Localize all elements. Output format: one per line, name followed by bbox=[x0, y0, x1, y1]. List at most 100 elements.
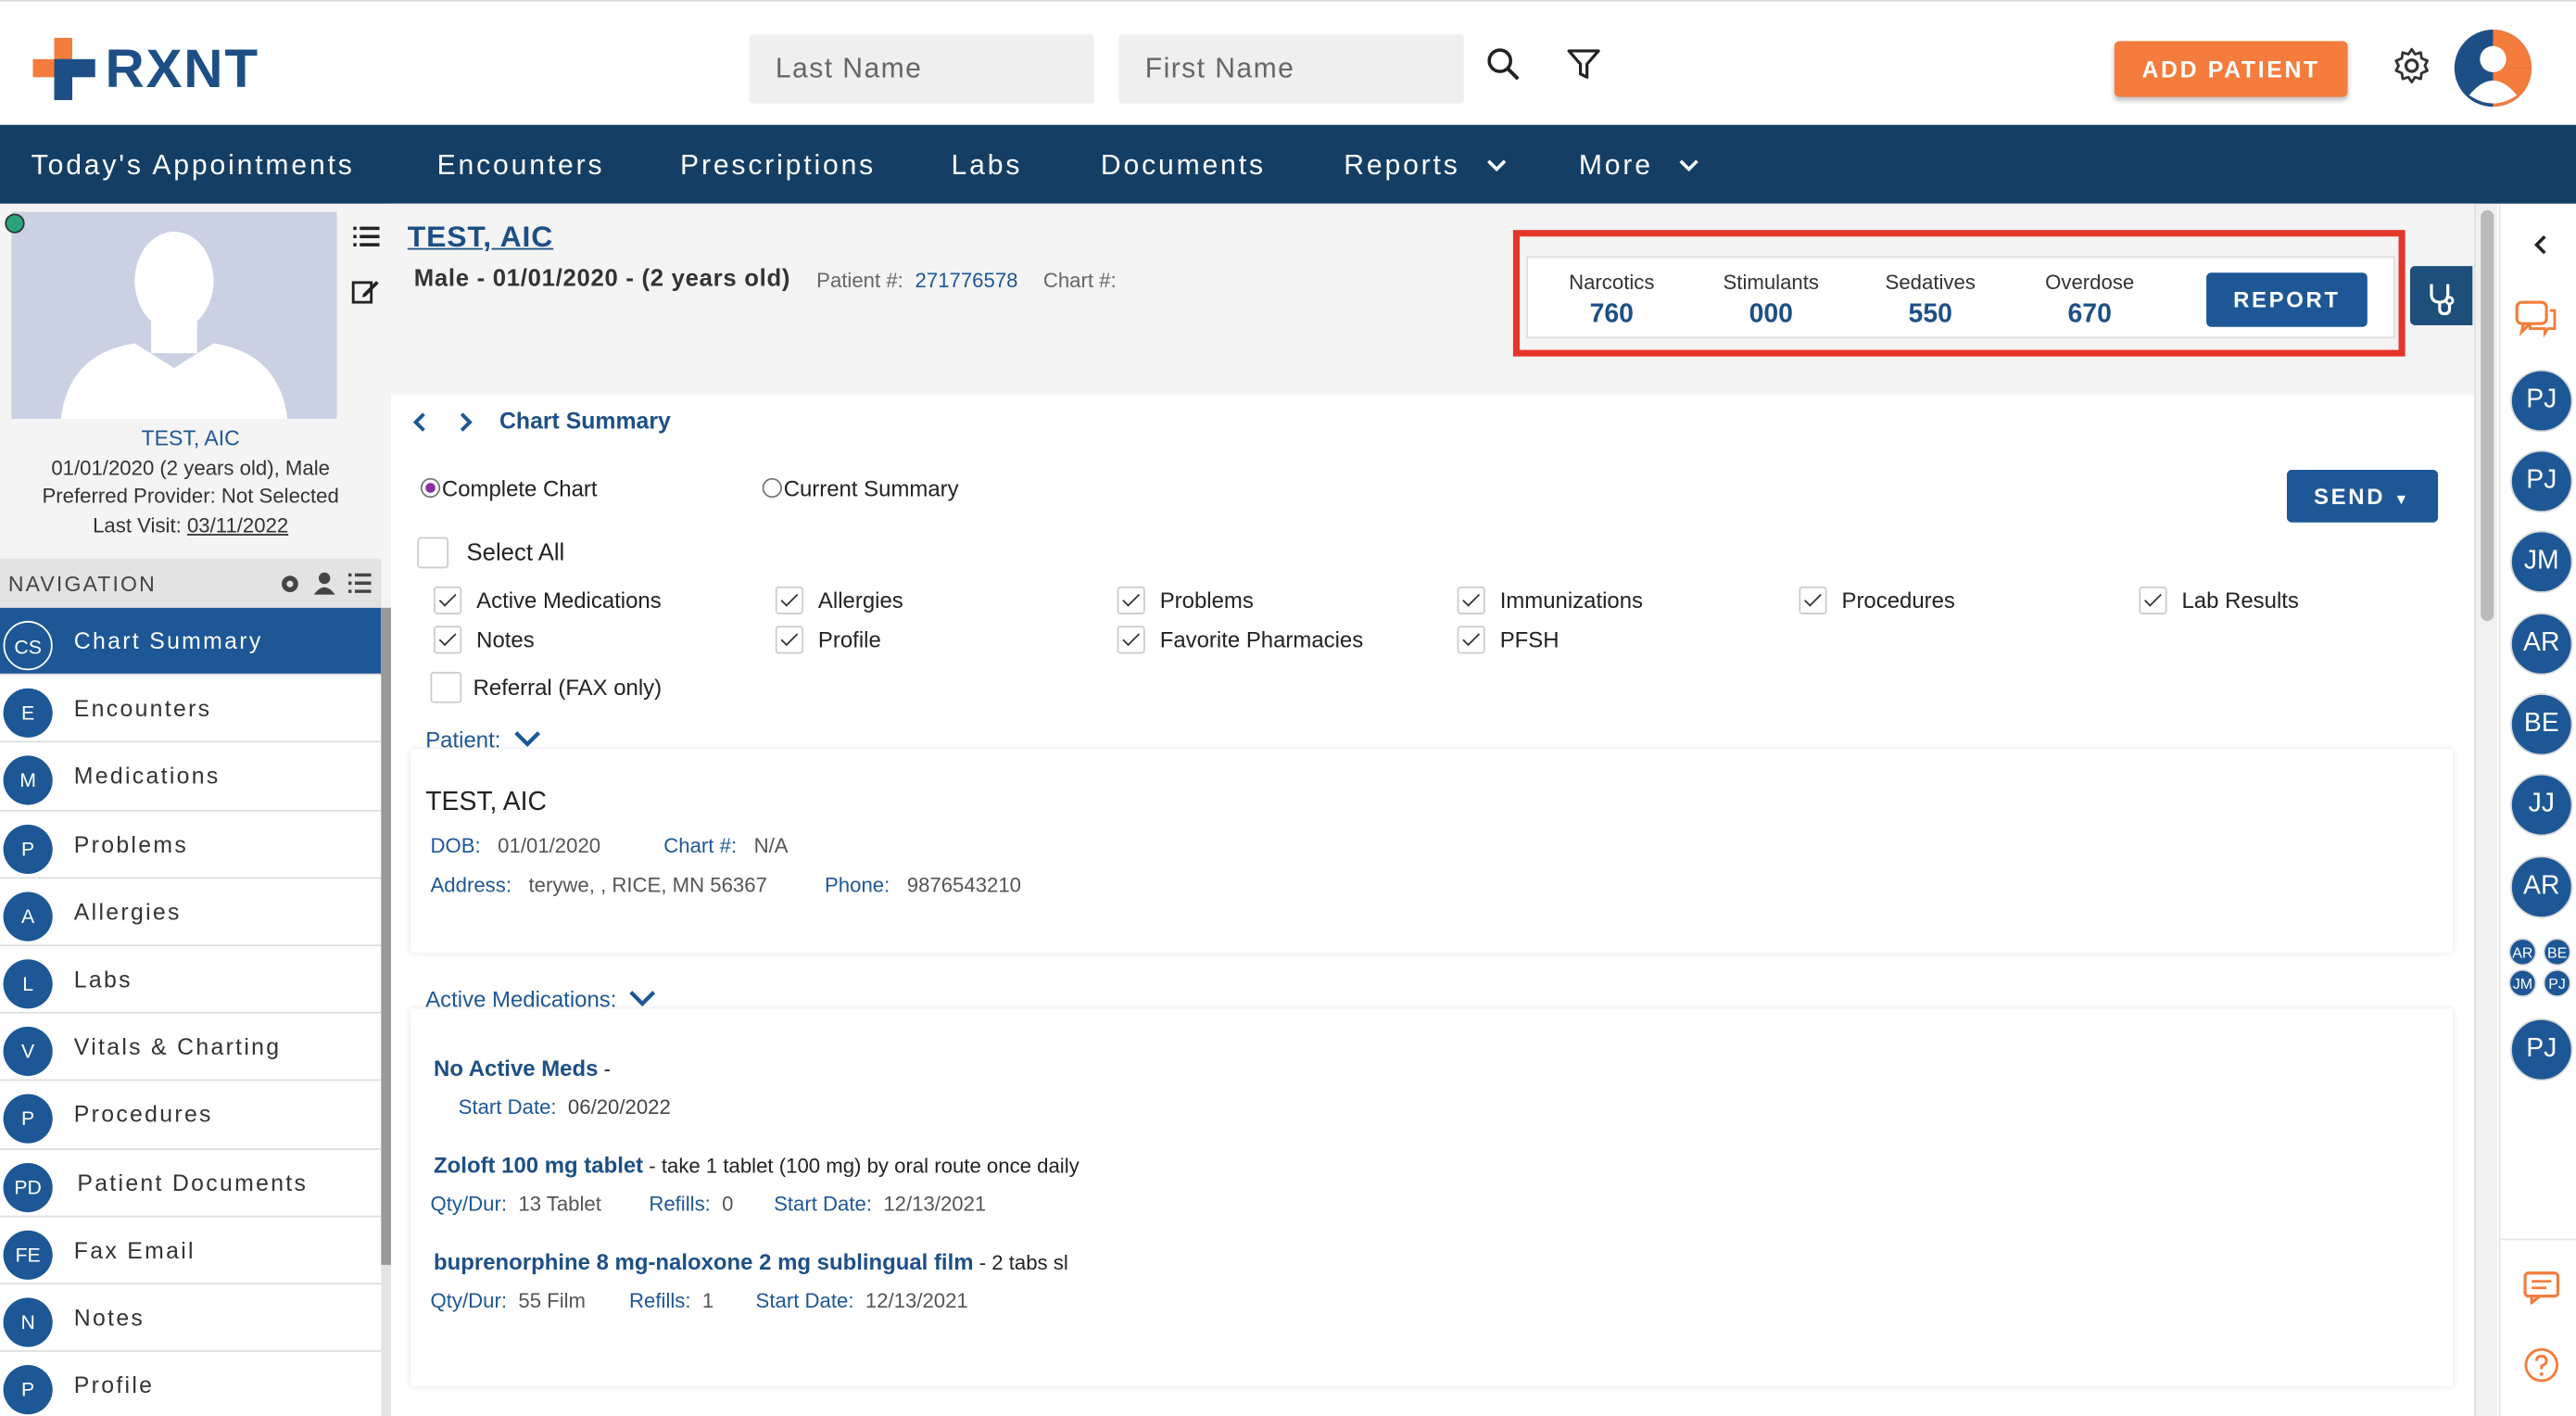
select-all-checkbox[interactable]: Select All bbox=[417, 537, 564, 569]
checkbox-allergies[interactable]: Allergies bbox=[775, 586, 903, 614]
checkbox-box[interactable] bbox=[434, 626, 462, 654]
checkbox-box[interactable] bbox=[1457, 586, 1485, 614]
sidebar-badge: V bbox=[3, 1027, 53, 1077]
sidebar-item-problems[interactable]: P Problems bbox=[0, 810, 382, 879]
send-dropdown-button[interactable]: SEND ▼ bbox=[2286, 469, 2439, 523]
checkbox-profile[interactable]: Profile bbox=[775, 626, 881, 654]
nav-todays-appointments[interactable]: Today's Appointments bbox=[32, 149, 355, 182]
collab-mini-avatar[interactable]: PJ bbox=[2543, 968, 2571, 997]
radio-button[interactable] bbox=[762, 477, 782, 499]
address-value: terywe, , RICE, MN 56367 bbox=[528, 874, 767, 897]
checkbox-active-medications[interactable]: Active Medications bbox=[434, 586, 662, 614]
checkbox-box[interactable] bbox=[430, 672, 462, 703]
add-patient-button[interactable]: ADD PATIENT bbox=[2114, 41, 2348, 97]
sidebar-item-notes[interactable]: N Notes bbox=[0, 1283, 382, 1352]
nav-prescriptions[interactable]: Prescriptions bbox=[680, 149, 876, 182]
patient-card-name[interactable]: TEST, AIC bbox=[0, 425, 381, 450]
checkbox-box[interactable] bbox=[1117, 626, 1145, 654]
collab-avatar[interactable]: JJ bbox=[2510, 773, 2573, 837]
sidebar-item-encounters[interactable]: E Encounters bbox=[0, 675, 382, 743]
checkbox-box[interactable] bbox=[775, 586, 803, 614]
collapse-chevron-icon[interactable] bbox=[2532, 234, 2548, 257]
metric-value: 760 bbox=[1589, 300, 1634, 329]
forward-chevron-icon[interactable] bbox=[459, 411, 475, 434]
collab-avatar[interactable]: PJ bbox=[2510, 369, 2573, 433]
checkbox-box[interactable] bbox=[434, 586, 462, 614]
last-visit-date[interactable]: 03/11/2022 bbox=[187, 514, 288, 537]
nav-documents[interactable]: Documents bbox=[1101, 149, 1266, 182]
nav-list-icon[interactable] bbox=[347, 573, 372, 593]
sidebar-scrollbar[interactable] bbox=[381, 607, 391, 1416]
patient-photo[interactable] bbox=[11, 211, 337, 420]
collab-mini-avatar[interactable]: AR bbox=[2508, 938, 2537, 967]
sidebar-item-vitals-charting[interactable]: V Vitals & Charting bbox=[0, 1013, 382, 1081]
list-icon[interactable] bbox=[353, 225, 380, 248]
main-scrollbar[interactable] bbox=[2474, 203, 2497, 1416]
nav-person-icon[interactable] bbox=[313, 572, 335, 595]
checkbox-box[interactable] bbox=[2139, 586, 2167, 614]
help-question-icon[interactable] bbox=[2523, 1347, 2559, 1384]
checkbox-label: Problems bbox=[1159, 588, 1254, 613]
main-scrollbar-thumb[interactable] bbox=[2481, 209, 2494, 622]
checkbox-box[interactable] bbox=[1117, 586, 1145, 614]
first-name-search-input[interactable] bbox=[1118, 34, 1464, 104]
checkbox-referral-fax[interactable]: Referral (FAX only) bbox=[430, 672, 662, 703]
edit-icon[interactable] bbox=[351, 278, 379, 304]
collab-mini-avatar[interactable]: BE bbox=[2543, 938, 2571, 967]
nav-more[interactable]: More bbox=[1579, 149, 1699, 182]
checkbox-box[interactable] bbox=[1457, 626, 1485, 654]
checkbox-immunizations[interactable]: Immunizations bbox=[1457, 586, 1643, 614]
collab-avatar[interactable]: AR bbox=[2510, 855, 2573, 918]
checkbox-procedures[interactable]: Procedures bbox=[1799, 586, 1955, 614]
search-icon[interactable] bbox=[1484, 44, 1523, 84]
sidebar-item-medications[interactable]: M Medications bbox=[0, 742, 382, 811]
settings-gear-icon[interactable] bbox=[2392, 46, 2431, 86]
checkbox-box[interactable] bbox=[417, 537, 449, 569]
patient-section-name: TEST, AIC bbox=[425, 788, 548, 816]
nav-settings-gear-icon[interactable] bbox=[279, 574, 300, 595]
chat-bubbles-icon[interactable] bbox=[2515, 299, 2557, 339]
sidebar-item-allergies[interactable]: A Allergies bbox=[0, 878, 382, 946]
stethoscope-button[interactable] bbox=[2409, 266, 2473, 325]
nav-reports[interactable]: Reports bbox=[1344, 149, 1507, 182]
sidebar-item-patient-documents[interactable]: PD Patient Documents bbox=[0, 1148, 382, 1217]
message-icon[interactable] bbox=[2523, 1271, 2560, 1305]
checkbox-pfsh[interactable]: PFSH bbox=[1457, 626, 1559, 654]
checkbox-problems[interactable]: Problems bbox=[1117, 586, 1254, 614]
collab-avatar[interactable]: AR bbox=[2510, 613, 2573, 676]
rxnt-logo[interactable]: RXNT bbox=[32, 37, 259, 101]
checkbox-box[interactable] bbox=[775, 626, 803, 654]
user-avatar[interactable] bbox=[2454, 29, 2532, 107]
nav-labs[interactable]: Labs bbox=[952, 149, 1023, 182]
collab-avatar[interactable]: JM bbox=[2510, 530, 2573, 593]
sidebar-item-labs[interactable]: L Labs bbox=[0, 945, 382, 1014]
patient-name-link[interactable]: TEST, AIC bbox=[408, 221, 554, 255]
filter-icon[interactable] bbox=[1564, 44, 1604, 84]
refills-label: Refills: bbox=[629, 1289, 691, 1313]
last-name-search-input[interactable] bbox=[749, 34, 1094, 104]
radio-complete-chart[interactable]: Complete Chart bbox=[420, 476, 598, 501]
checkbox-notes[interactable]: Notes bbox=[434, 626, 535, 654]
checkbox-box[interactable] bbox=[1799, 586, 1827, 614]
checkbox-favorite-pharmacies[interactable]: Favorite Pharmacies bbox=[1117, 626, 1363, 654]
main-nav-bar: Today's Appointments Encounters Prescrip… bbox=[0, 124, 2576, 204]
checkbox-lab-results[interactable]: Lab Results bbox=[2139, 586, 2299, 614]
pdmp-report-button[interactable]: REPORT bbox=[2206, 272, 2368, 327]
collab-mini-avatar[interactable]: JM bbox=[2508, 968, 2537, 997]
collab-avatar[interactable]: BE bbox=[2510, 693, 2573, 756]
patient-info-card: TEST, AIC DOB: 01/01/2020 Chart #: N/A A… bbox=[410, 749, 2454, 954]
sidebar-item-chart-summary[interactable]: CS Chart Summary bbox=[0, 607, 382, 676]
sidebar-item-fax-email[interactable]: FE Fax Email bbox=[0, 1216, 382, 1284]
back-chevron-icon[interactable] bbox=[410, 411, 427, 434]
radio-label: Current Summary bbox=[783, 476, 959, 501]
sidebar-item-profile[interactable]: P Profile bbox=[0, 1351, 382, 1416]
sidebar-item-procedures[interactable]: P Procedures bbox=[0, 1081, 382, 1149]
sidebar-scrollbar-thumb[interactable] bbox=[381, 607, 391, 1265]
collab-avatar[interactable]: PJ bbox=[2510, 449, 2573, 513]
radio-current-summary[interactable]: Current Summary bbox=[762, 476, 959, 501]
radio-button[interactable] bbox=[420, 477, 441, 499]
collab-avatar[interactable]: PJ bbox=[2510, 1018, 2573, 1081]
nav-encounters[interactable]: Encounters bbox=[437, 149, 605, 182]
patient-number[interactable]: 271776578 bbox=[915, 270, 1018, 293]
stethoscope-icon bbox=[2430, 284, 2455, 316]
